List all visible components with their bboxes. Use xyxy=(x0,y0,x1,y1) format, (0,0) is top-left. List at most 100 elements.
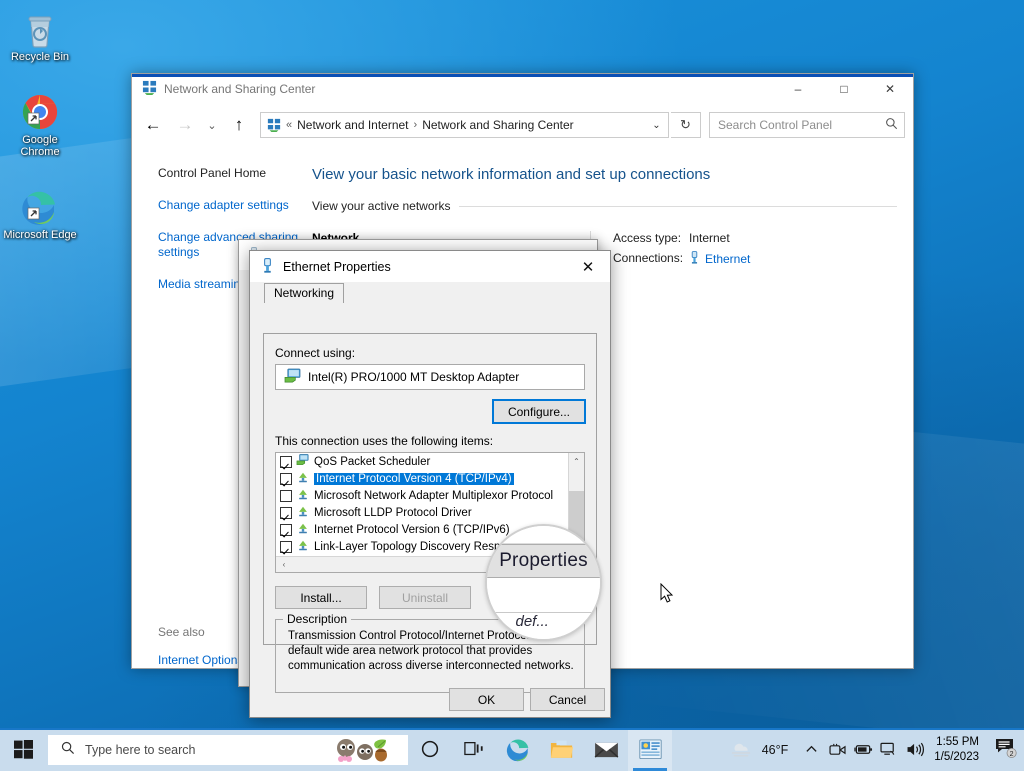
ethernet-icon xyxy=(689,251,700,267)
connection-item-checkbox[interactable] xyxy=(280,455,292,468)
connection-item-row[interactable]: Microsoft Network Adapter Multiplexor Pr… xyxy=(276,487,584,504)
connection-item-row[interactable]: QoS Packet Scheduler xyxy=(276,453,584,470)
description-legend: Description xyxy=(283,612,352,626)
protocol-icon xyxy=(296,522,310,538)
network-adapter-icon xyxy=(284,368,301,386)
desktop-icon-google-chrome[interactable]: Google Chrome xyxy=(0,87,80,164)
forward-button[interactable]: → xyxy=(170,110,200,140)
configure-button[interactable]: Configure... xyxy=(492,399,586,424)
navigation-bar: ← → ⌄ ↑ « Network and Internet › Network… xyxy=(132,103,913,147)
search-icon xyxy=(885,117,898,133)
connection-items-list[interactable]: QoS Packet Scheduler Internet Protocol Ve… xyxy=(275,452,585,573)
breadcrumb-dropdown-icon[interactable]: ⌄ xyxy=(644,120,668,131)
scroll-down-button[interactable]: ⌄ xyxy=(569,540,584,556)
properties-button[interactable]: Properties xyxy=(496,586,588,609)
magnified-gap xyxy=(487,577,600,612)
connection-item-checkbox[interactable] xyxy=(280,523,292,536)
breadcrumb-item-network-and-sharing-center[interactable]: Network and Sharing Center xyxy=(422,118,573,132)
connection-item-label: Microsoft Network Adapter Multiplexor Pr… xyxy=(314,489,554,502)
cortana-button[interactable] xyxy=(408,730,452,771)
refresh-button[interactable]: ↻ xyxy=(671,112,701,138)
vertical-scroll-thumb[interactable] xyxy=(569,491,584,545)
battery-icon[interactable] xyxy=(850,743,876,756)
magnified-description-fragment: def... xyxy=(487,611,600,639)
connection-item-checkbox[interactable] xyxy=(280,489,292,502)
close-button[interactable]: ✕ xyxy=(867,74,913,103)
active-networks-label: View your active networks xyxy=(312,199,451,213)
maximize-button[interactable]: □ xyxy=(821,74,867,103)
folder-icon xyxy=(550,739,574,763)
window-controls: – □ ✕ xyxy=(775,74,913,103)
connections-link-text: Ethernet xyxy=(705,252,751,266)
desktop-pets-icon[interactable] xyxy=(330,737,402,763)
adapter-field[interactable]: Intel(R) PRO/1000 MT Desktop Adapter xyxy=(275,364,585,390)
connection-item-checkbox[interactable] xyxy=(280,506,292,519)
breadcrumb-network-icon xyxy=(267,118,281,132)
desktop-background[interactable]: Recycle Bin Google Chrome Microsoft Edge… xyxy=(0,0,1024,771)
list-horizontal-scrollbar[interactable]: ‹ xyxy=(276,556,584,572)
horizontal-scroll-track[interactable] xyxy=(292,557,584,572)
task-view-button[interactable] xyxy=(452,730,496,771)
network-icon[interactable] xyxy=(876,742,902,757)
protocol-icon xyxy=(296,539,310,555)
connections-value[interactable]: Ethernet xyxy=(689,251,750,267)
search-placeholder: Search Control Panel xyxy=(718,118,833,132)
properties-title-bar[interactable]: Ethernet Properties ✕ xyxy=(250,251,610,282)
window-title-text: Network and Sharing Center xyxy=(164,81,316,96)
search-input[interactable]: Search Control Panel xyxy=(709,112,905,138)
back-button[interactable]: ← xyxy=(138,110,168,140)
connection-item-row[interactable]: Internet Protocol Version 4 (TCP/IPv4) xyxy=(276,470,584,487)
action-center-button[interactable]: 2 xyxy=(988,738,1024,761)
microsoft-edge-button[interactable] xyxy=(496,730,540,771)
file-explorer-button[interactable] xyxy=(540,730,584,771)
desktop-icon-recycle-bin[interactable]: Recycle Bin xyxy=(0,4,80,69)
search-placeholder: Type here to search xyxy=(85,742,196,757)
sidebar-item-change-adapter-settings[interactable]: Change adapter settings xyxy=(158,198,300,213)
list-vertical-scrollbar[interactable]: ⌃ ⌄ xyxy=(568,453,584,556)
connection-item-row[interactable]: Link-Layer Topology Discovery Responder xyxy=(276,538,584,555)
desktop-icon-label: Recycle Bin xyxy=(10,51,70,63)
breadcrumb[interactable]: « Network and Internet › Network and Sha… xyxy=(260,112,669,138)
window-title-bar[interactable]: Network and Sharing Center – □ ✕ xyxy=(132,74,913,103)
description-text: Transmission Control Protocol/Internet P… xyxy=(288,630,574,672)
desktop-icon-microsoft-edge[interactable]: Microsoft Edge xyxy=(0,182,80,247)
connection-item-row[interactable]: Microsoft LLDP Protocol Driver xyxy=(276,504,584,521)
weather-widget[interactable]: 46°F xyxy=(724,738,799,761)
sidebar-item-control-panel-home[interactable]: Control Panel Home xyxy=(158,166,300,181)
taskbar-search-box[interactable]: Type here to search xyxy=(48,734,408,765)
up-button[interactable]: ↑ xyxy=(224,110,254,140)
mail-icon xyxy=(594,740,619,762)
control-panel-button[interactable] xyxy=(628,730,672,771)
connection-items-label: This connection uses the following items… xyxy=(275,434,494,448)
install-button[interactable]: Install... xyxy=(275,586,367,609)
properties-close-button[interactable]: ✕ xyxy=(566,251,610,282)
tab-networking[interactable]: Networking xyxy=(264,283,345,303)
camera-icon[interactable] xyxy=(824,743,850,757)
fog-icon xyxy=(728,738,754,761)
scroll-left-button[interactable]: ‹ xyxy=(276,557,292,572)
breadcrumb-separator: › xyxy=(413,119,418,131)
search-icon xyxy=(61,741,75,758)
recent-locations-button[interactable]: ⌄ xyxy=(202,110,222,140)
connection-item-row[interactable]: Internet Protocol Version 6 (TCP/IPv6) xyxy=(276,521,584,538)
ok-button[interactable]: OK xyxy=(449,688,524,711)
connection-item-checkbox[interactable] xyxy=(280,540,292,553)
cancel-button[interactable]: Cancel xyxy=(530,688,605,711)
uninstall-button: Uninstall xyxy=(379,586,471,609)
ethernet-icon xyxy=(261,257,274,276)
magnified-properties-button[interactable]: Properties xyxy=(487,543,600,578)
connection-item-label: Microsoft LLDP Protocol Driver xyxy=(314,506,472,519)
mail-button[interactable] xyxy=(584,730,628,771)
breadcrumb-overflow-chevrons[interactable]: « xyxy=(286,119,292,131)
show-hidden-icons-button[interactable] xyxy=(798,743,824,756)
connection-item-checkbox[interactable] xyxy=(280,472,292,485)
magnified-list-edge xyxy=(487,526,600,544)
clock[interactable]: 1:55 PM 1/5/2023 xyxy=(928,735,988,765)
start-button[interactable] xyxy=(0,730,46,771)
action-center-icon: 2 xyxy=(995,738,1017,761)
windows-start-icon xyxy=(13,739,33,762)
scroll-up-button[interactable]: ⌃ xyxy=(569,453,584,469)
minimize-button[interactable]: – xyxy=(775,74,821,103)
breadcrumb-item-network-and-internet[interactable]: Network and Internet xyxy=(297,118,408,132)
volume-icon[interactable] xyxy=(902,742,928,757)
